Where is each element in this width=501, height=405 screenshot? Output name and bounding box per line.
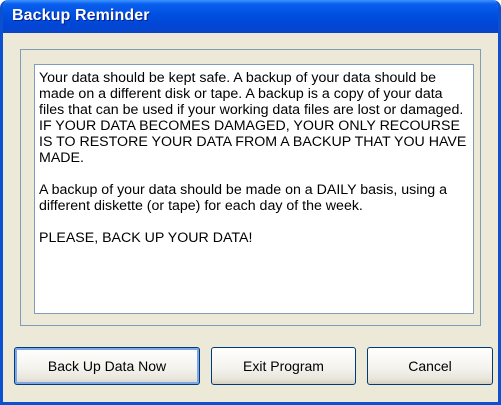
back-up-data-now-button[interactable]: Back Up Data Now — [14, 347, 200, 385]
message-paragraph-1: Your data should be kept safe. A backup … — [39, 70, 467, 166]
button-bar: Back Up Data Now Exit Program Cancel — [14, 347, 493, 385]
cancel-button[interactable]: Cancel — [367, 347, 493, 385]
exit-program-button[interactable]: Exit Program — [211, 347, 356, 385]
message-paragraph-3: PLEASE, BACK UP YOUR DATA! — [39, 230, 253, 246]
backup-reminder-dialog: Backup Reminder Your data should be kept… — [0, 0, 501, 405]
message-paragraph-2: A backup of your data should be made on … — [39, 182, 448, 214]
title-bar[interactable]: Backup Reminder — [3, 0, 498, 33]
window-title: Backup Reminder — [12, 7, 150, 24]
message-box: Your data should be kept safe. A backup … — [34, 64, 474, 314]
